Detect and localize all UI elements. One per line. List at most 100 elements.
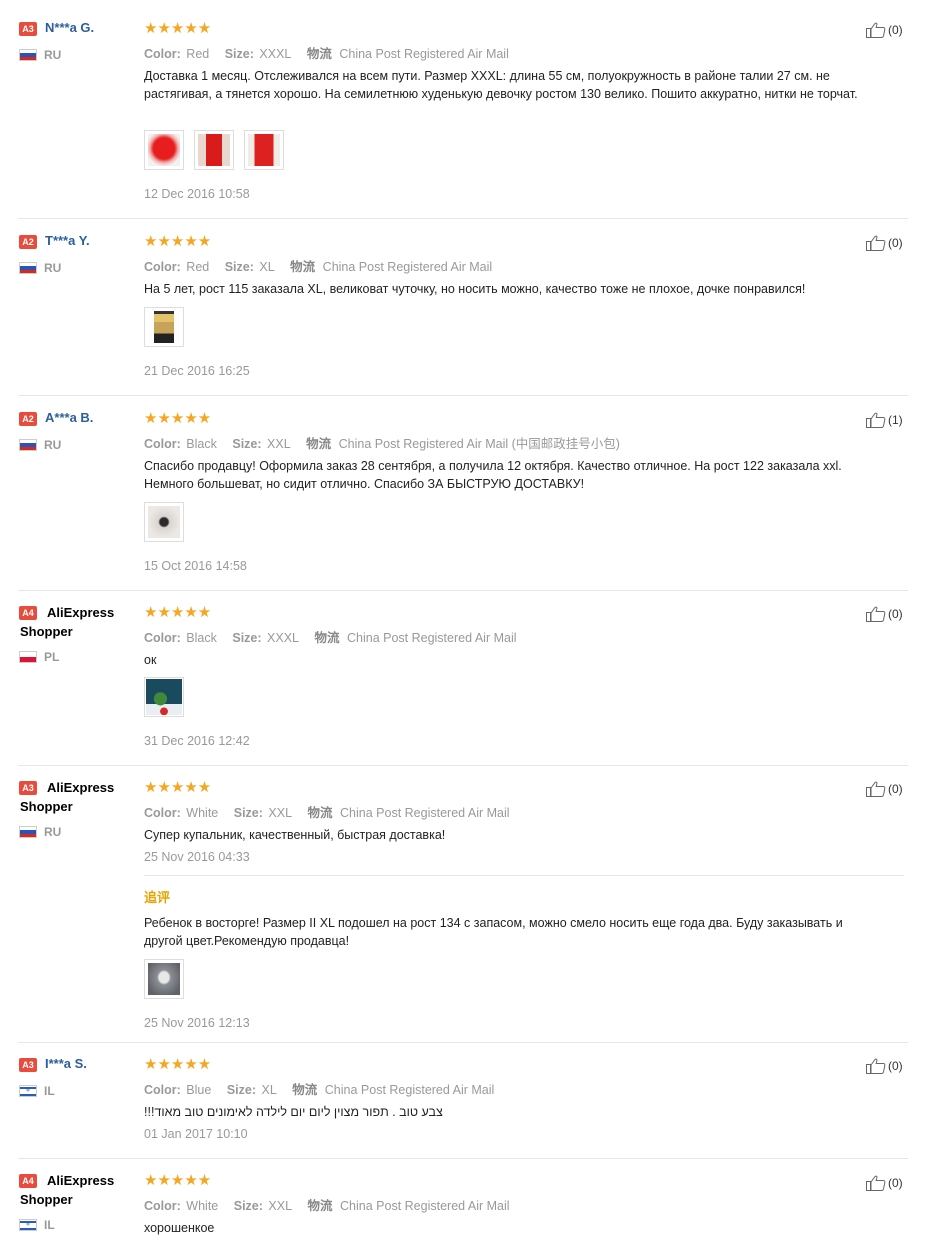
shipping-label: 物流 xyxy=(290,260,316,274)
review-photo[interactable] xyxy=(144,677,184,717)
review-photo[interactable] xyxy=(194,130,235,170)
buyer-name[interactable]: AliExpress Shopper xyxy=(20,1171,130,1209)
buyer-name[interactable]: I***a S. xyxy=(45,1056,87,1071)
review-text: Супер купальник, качественный, быстрая д… xyxy=(144,828,446,842)
buyer-country: RU xyxy=(44,48,62,62)
color-value: Black xyxy=(186,437,217,451)
order-info: Color: Black Size: XXXL 物流 China Post Re… xyxy=(144,627,517,646)
shipping-value: China Post Registered Air Mail xyxy=(339,47,509,61)
review-photo[interactable] xyxy=(144,130,184,170)
israel-flag-icon: ✡ xyxy=(19,1085,37,1097)
thumbs-up-icon xyxy=(866,412,886,428)
russia-flag-icon xyxy=(19,262,37,274)
color-label: Color: xyxy=(144,631,181,645)
order-info: Color: Red Size: XL 物流 China Post Regist… xyxy=(144,256,492,275)
shipping-label: 物流 xyxy=(314,631,340,645)
like-count: (0) xyxy=(888,23,903,37)
like-button[interactable]: (0) xyxy=(866,1175,903,1191)
thumbs-up-icon xyxy=(866,235,886,251)
size-value: XXXL xyxy=(259,47,292,61)
like-button[interactable]: (0) xyxy=(866,606,903,622)
review-text: צבע טוב . תפור מצוין ליום יום לילדה לאימ… xyxy=(144,1105,443,1119)
review-date: 31 Dec 2016 12:42 xyxy=(144,734,250,748)
russia-flag-icon xyxy=(19,826,37,838)
buyer-level-badge: A2 xyxy=(19,412,37,426)
russia-flag-icon xyxy=(19,439,37,451)
color-label: Color: xyxy=(144,47,181,61)
rating-stars: ★★★★★ xyxy=(144,778,212,796)
review-photo[interactable] xyxy=(144,502,184,542)
order-info: Color: White Size: XXL 物流 China Post Reg… xyxy=(144,802,510,821)
size-value: XL xyxy=(261,1083,277,1097)
like-button[interactable]: (0) xyxy=(866,235,903,251)
like-count: (1) xyxy=(888,413,903,427)
like-button[interactable]: (0) xyxy=(866,781,903,797)
review-photo[interactable] xyxy=(244,130,285,170)
like-count: (0) xyxy=(888,1176,903,1190)
like-count: (0) xyxy=(888,607,903,621)
shipping-value: China Post Registered Air Mail xyxy=(340,1199,510,1213)
buyer-name[interactable]: AliExpress Shopper xyxy=(20,778,130,816)
rating-stars: ★★★★★ xyxy=(144,603,212,621)
order-info: Color: White Size: XXL 物流 China Post Reg… xyxy=(144,1195,510,1214)
divider xyxy=(18,395,908,396)
color-value: Blue xyxy=(186,1083,212,1097)
divider xyxy=(18,1158,908,1159)
size-label: Size: xyxy=(233,806,263,820)
color-value: Black xyxy=(186,631,217,645)
size-label: Size: xyxy=(226,1083,256,1097)
buyer-name-line2: Shopper xyxy=(20,1192,73,1207)
shipping-value: China Post Registered Air Mail xyxy=(324,1083,495,1097)
size-label: Size: xyxy=(232,631,262,645)
buyer-country: RU xyxy=(44,438,62,452)
buyer-name[interactable]: AliExpress Shopper xyxy=(20,603,130,641)
buyer-name[interactable]: T***a Y. xyxy=(45,233,90,248)
buyer-level-badge: A3 xyxy=(19,1058,37,1072)
size-label: Size: xyxy=(224,47,254,61)
size-value: XXL xyxy=(267,437,291,451)
review-text: Доставка 1 месяц. Отслеживался на всем п… xyxy=(144,69,858,101)
like-button[interactable]: (0) xyxy=(866,1058,903,1074)
review-text: хорошенкое xyxy=(144,1221,215,1235)
rating-stars: ★★★★★ xyxy=(144,1171,212,1189)
divider xyxy=(18,218,908,219)
review-photos xyxy=(144,959,189,999)
thumbs-up-icon xyxy=(866,22,886,38)
buyer-name[interactable]: A***a B. xyxy=(45,410,93,425)
review-date: 12 Dec 2016 10:58 xyxy=(144,187,250,201)
color-label: Color: xyxy=(144,260,181,274)
review-photo[interactable] xyxy=(144,307,184,347)
size-value: XXL xyxy=(268,806,293,820)
size-label: Size: xyxy=(233,1199,263,1213)
review-date: 25 Nov 2016 04:33 xyxy=(144,850,250,864)
review-text: На 5 лет, рост 115 заказала XL, великова… xyxy=(144,282,806,296)
review-date: 01 Jan 2017 10:10 xyxy=(144,1127,248,1141)
rating-stars: ★★★★★ xyxy=(144,19,212,37)
buyer-country: RU xyxy=(44,261,62,275)
color-value: Red xyxy=(186,47,210,61)
like-count: (0) xyxy=(888,782,903,796)
buyer-level-badge: A2 xyxy=(19,235,37,249)
thumbs-up-icon xyxy=(866,1058,886,1074)
thumbs-up-icon xyxy=(866,606,886,622)
shipping-label: 物流 xyxy=(306,47,332,61)
buyer-name-line1: AliExpress xyxy=(47,605,115,620)
color-label: Color: xyxy=(144,1199,181,1213)
review-photos xyxy=(144,130,289,170)
review-photo[interactable] xyxy=(144,959,184,999)
like-button[interactable]: (0) xyxy=(866,22,903,38)
buyer-name-line2: Shopper xyxy=(20,624,73,639)
buyer-name-line2: Shopper xyxy=(20,799,73,814)
review-date: 15 Oct 2016 14:58 xyxy=(144,559,247,573)
poland-flag-icon xyxy=(19,651,37,663)
additional-review-label: 追评 xyxy=(144,891,171,906)
shipping-value: China Post Registered Air Mail xyxy=(340,806,510,820)
russia-flag-icon xyxy=(19,49,37,61)
like-button[interactable]: (1) xyxy=(866,412,903,428)
color-label: Color: xyxy=(144,1083,181,1097)
shipping-label: 物流 xyxy=(292,1083,318,1097)
buyer-name[interactable]: N***a G. xyxy=(45,20,94,35)
review-text: ок xyxy=(144,653,157,667)
order-info: Color: Red Size: XXXL 物流 China Post Regi… xyxy=(144,43,509,62)
review-text: Спасибо продавцу! Оформила заказ 28 сент… xyxy=(144,459,842,491)
